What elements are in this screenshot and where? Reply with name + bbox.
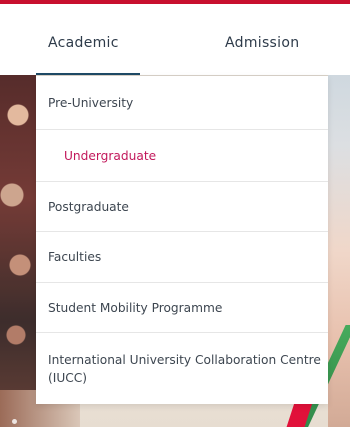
main-navigation: Academic Admission <box>0 9 350 75</box>
menu-item-undergraduate[interactable]: Undergraduate <box>36 130 328 182</box>
menu-item-label: Faculties <box>48 250 102 264</box>
academic-dropdown-menu: Pre-University Undergraduate Postgraduat… <box>36 76 328 404</box>
menu-item-pre-university[interactable]: Pre-University <box>36 76 328 130</box>
menu-item-faculties[interactable]: Faculties <box>36 232 328 283</box>
menu-item-label: Undergraduate <box>64 148 157 163</box>
menu-item-label: Pre-University <box>48 95 134 110</box>
brand-accent-strip <box>0 0 350 4</box>
menu-item-postgraduate[interactable]: Postgraduate <box>36 182 328 232</box>
menu-item-label: International University Collaboration C… <box>48 352 321 385</box>
nav-item-admission[interactable]: Admission <box>225 35 299 51</box>
hero-photo-left <box>0 75 36 427</box>
carousel-dot[interactable] <box>12 419 17 424</box>
menu-item-label: Student Mobility Programme <box>48 300 223 315</box>
menu-item-student-mobility[interactable]: Student Mobility Programme <box>36 283 328 333</box>
nav-item-academic[interactable]: Academic <box>48 35 119 51</box>
menu-item-iucc[interactable]: International University Collaboration C… <box>36 333 328 404</box>
menu-item-label: Postgraduate <box>48 199 129 214</box>
top-accent-bar <box>0 0 350 9</box>
